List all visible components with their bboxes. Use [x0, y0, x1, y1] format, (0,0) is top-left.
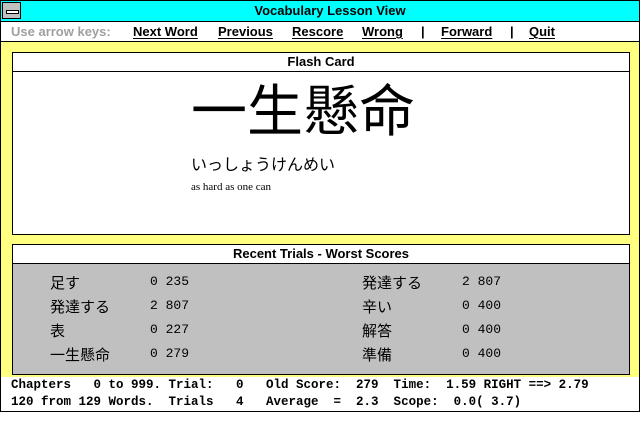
menu-hint: Use arrow keys: [11, 24, 111, 39]
trial-word: 発達する [50, 299, 111, 316]
flash-card-reading: いっしょうけんめい [191, 155, 336, 174]
trial-score: 0 227 [150, 322, 190, 337]
system-menu-button[interactable] [2, 2, 21, 19]
menu-forward[interactable]: Forward [441, 24, 492, 39]
trial-score: 0 279 [150, 346, 190, 361]
recent-trials-panel: Recent Trials - Worst Scores 足す 0 235 発達… [12, 244, 630, 375]
status-line-2: 120 from 129 Words. Trials 4 Average = 2… [1, 394, 639, 411]
system-menu-icon [6, 10, 19, 14]
trial-word: 足す [50, 275, 81, 292]
flash-card-meaning: as hard as one can [191, 181, 272, 193]
status-text: 120 from 129 Words. Trials 4 Average = 2… [11, 395, 522, 409]
trial-word: 表 [50, 323, 66, 340]
trial-score: 0 400 [462, 322, 502, 337]
recent-trials-title: Recent Trials - Worst Scores [13, 245, 629, 264]
status-line-1: Chapters 0 to 999. Trial: 0 Old Score: 2… [1, 377, 639, 394]
menu-separator: | [421, 24, 425, 39]
trial-word: 一生懸命 [50, 347, 111, 364]
flash-card-kanji: 一生懸命 [191, 80, 415, 145]
menu-bar: Use arrow keys: Next Word Previous Resco… [1, 22, 639, 42]
status-text: Chapters 0 to 999. Trial: 0 Old Score: 2… [11, 378, 589, 392]
trial-score: 2 807 [150, 298, 190, 313]
trial-word: 解答 [362, 323, 393, 340]
trial-word: 準備 [362, 347, 393, 364]
menu-next-word[interactable]: Next Word [133, 24, 198, 39]
trial-word: 発達する [362, 275, 423, 292]
trial-word: 辛い [362, 299, 393, 316]
title-bar: Vocabulary Lesson View [1, 1, 639, 22]
trial-score: 0 400 [462, 346, 502, 361]
menu-separator: | [510, 24, 514, 39]
trial-score: 0 400 [462, 298, 502, 313]
app-window: Vocabulary Lesson View Use arrow keys: N… [0, 0, 640, 412]
menu-wrong[interactable]: Wrong [362, 24, 403, 39]
menu-rescore[interactable]: Rescore [292, 24, 343, 39]
trial-score: 0 235 [150, 274, 190, 289]
trial-score: 2 807 [462, 274, 502, 289]
flash-card-title: Flash Card [13, 53, 629, 72]
flash-card-panel: Flash Card 一生懸命 いっしょうけんめい as hard as one… [12, 52, 630, 235]
menu-quit[interactable]: Quit [529, 24, 555, 39]
window-title: Vocabulary Lesson View [254, 3, 406, 18]
menu-previous[interactable]: Previous [218, 24, 273, 39]
